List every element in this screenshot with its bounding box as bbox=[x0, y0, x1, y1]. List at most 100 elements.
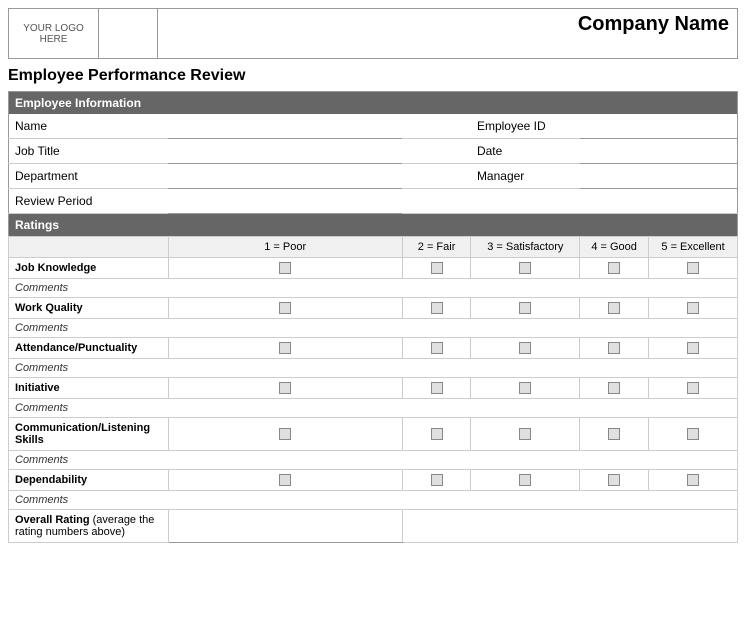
initiative-rating-5[interactable] bbox=[649, 378, 738, 399]
initiative-rating-1[interactable] bbox=[168, 378, 402, 399]
overall-rating-value[interactable] bbox=[168, 510, 402, 543]
dependability-rating-1[interactable] bbox=[168, 470, 402, 491]
initiative-comments[interactable]: Comments bbox=[9, 399, 738, 418]
job-knowledge-comments[interactable]: Comments bbox=[9, 279, 738, 298]
checkbox-icon bbox=[279, 342, 291, 354]
jobtitle-label: Job Title bbox=[9, 139, 169, 164]
col-header-3: 3 = Satisfactory bbox=[471, 237, 580, 258]
attendance-rating-1[interactable] bbox=[168, 338, 402, 359]
manager-value[interactable] bbox=[580, 164, 738, 189]
communication-rating-2[interactable] bbox=[402, 418, 471, 451]
department-value[interactable] bbox=[168, 164, 402, 189]
checkbox-icon bbox=[431, 302, 443, 314]
work-quality-comments[interactable]: Comments bbox=[9, 319, 738, 338]
attendance-rating-3[interactable] bbox=[471, 338, 580, 359]
attendance-label: Attendance/Punctuality bbox=[9, 338, 169, 359]
checkbox-icon bbox=[687, 262, 699, 274]
date-label: Date bbox=[471, 139, 580, 164]
dependability-rating-5[interactable] bbox=[649, 470, 738, 491]
dependability-rating-4[interactable] bbox=[580, 470, 649, 491]
work-quality-rating-2[interactable] bbox=[402, 298, 471, 319]
attendance-comments[interactable]: Comments bbox=[9, 359, 738, 378]
checkbox-icon bbox=[431, 382, 443, 394]
attendance-rating-4[interactable] bbox=[580, 338, 649, 359]
attendance-rating-5[interactable] bbox=[649, 338, 738, 359]
dependability-row: Dependability bbox=[9, 470, 738, 491]
comments-label: Comments bbox=[15, 402, 68, 414]
overall-rating-row: Overall Rating (average the rating numbe… bbox=[9, 510, 738, 543]
initiative-rating-3[interactable] bbox=[471, 378, 580, 399]
dependability-rating-2[interactable] bbox=[402, 470, 471, 491]
name-row: Name Employee ID bbox=[9, 114, 738, 139]
job-knowledge-rating-4[interactable] bbox=[580, 258, 649, 279]
checkbox-icon bbox=[279, 262, 291, 274]
checkbox-icon bbox=[519, 302, 531, 314]
work-quality-rating-4[interactable] bbox=[580, 298, 649, 319]
attendance-rating-2[interactable] bbox=[402, 338, 471, 359]
checkbox-icon bbox=[279, 474, 291, 486]
job-knowledge-rating-3[interactable] bbox=[471, 258, 580, 279]
col-header-5: 5 = Excellent bbox=[649, 237, 738, 258]
work-quality-rating-3[interactable] bbox=[471, 298, 580, 319]
checkbox-icon bbox=[519, 262, 531, 274]
job-knowledge-rating-1[interactable] bbox=[168, 258, 402, 279]
communication-rating-3[interactable] bbox=[471, 418, 580, 451]
checkbox-icon bbox=[519, 428, 531, 440]
job-knowledge-rating-5[interactable] bbox=[649, 258, 738, 279]
initiative-rating-2[interactable] bbox=[402, 378, 471, 399]
work-quality-rating-1[interactable] bbox=[168, 298, 402, 319]
communication-rating-4[interactable] bbox=[580, 418, 649, 451]
initiative-rating-4[interactable] bbox=[580, 378, 649, 399]
communication-comments[interactable]: Comments bbox=[9, 451, 738, 470]
communication-rating-1[interactable] bbox=[168, 418, 402, 451]
col-header-2: 2 = Fair bbox=[402, 237, 471, 258]
checkbox-icon bbox=[608, 474, 620, 486]
overall-rating-label: Overall Rating (average the rating numbe… bbox=[9, 510, 169, 543]
job-knowledge-label: Job Knowledge bbox=[9, 258, 169, 279]
col-header-4: 4 = Good bbox=[580, 237, 649, 258]
name-label: Name bbox=[9, 114, 169, 139]
comments-label: Comments bbox=[15, 282, 68, 294]
dependability-comments[interactable]: Comments bbox=[9, 491, 738, 510]
department-label: Department bbox=[9, 164, 169, 189]
company-name: Company Name bbox=[157, 9, 737, 59]
checkbox-icon bbox=[608, 302, 620, 314]
logo-text: YOUR LOGO HERE bbox=[23, 23, 84, 45]
ratings-header-row: Ratings bbox=[9, 214, 738, 237]
job-knowledge-row: Job Knowledge bbox=[9, 258, 738, 279]
page-title: Employee Performance Review bbox=[8, 67, 738, 85]
job-knowledge-comments-row: Comments bbox=[9, 279, 738, 298]
department-spacer bbox=[402, 164, 471, 189]
initiative-label: Initiative bbox=[9, 378, 169, 399]
communication-label: Communication/Listening Skills bbox=[9, 418, 169, 451]
jobtitle-value[interactable] bbox=[168, 139, 402, 164]
logo-cell: YOUR LOGO HERE bbox=[9, 9, 99, 59]
employee-id-value[interactable] bbox=[580, 114, 738, 139]
date-value[interactable] bbox=[580, 139, 738, 164]
comments-label: Comments bbox=[15, 454, 68, 466]
checkbox-icon bbox=[431, 342, 443, 354]
name-value[interactable] bbox=[168, 114, 402, 139]
checkbox-icon bbox=[687, 342, 699, 354]
work-quality-rating-5[interactable] bbox=[649, 298, 738, 319]
overall-rating-bold-label: Overall Rating bbox=[15, 514, 90, 526]
col-header-1: 1 = Poor bbox=[168, 237, 402, 258]
ratings-column-headers: 1 = Poor 2 = Fair 3 = Satisfactory 4 = G… bbox=[9, 237, 738, 258]
dependability-label: Dependability bbox=[9, 470, 169, 491]
review-period-value[interactable] bbox=[168, 189, 402, 214]
comments-label: Comments bbox=[15, 322, 68, 334]
dependability-rating-3[interactable] bbox=[471, 470, 580, 491]
name-spacer bbox=[402, 114, 471, 139]
checkbox-icon bbox=[431, 262, 443, 274]
communication-row: Communication/Listening Skills bbox=[9, 418, 738, 451]
communication-rating-5[interactable] bbox=[649, 418, 738, 451]
work-quality-label: Work Quality bbox=[9, 298, 169, 319]
main-form-table: Employee Information Name Employee ID Jo… bbox=[8, 91, 738, 543]
dependability-comments-row: Comments bbox=[9, 491, 738, 510]
job-knowledge-rating-2[interactable] bbox=[402, 258, 471, 279]
employee-id-label: Employee ID bbox=[471, 114, 580, 139]
checkbox-icon bbox=[687, 474, 699, 486]
header-middle-cell bbox=[99, 9, 158, 59]
checkbox-icon bbox=[519, 342, 531, 354]
overall-rating-spacer bbox=[402, 510, 737, 543]
